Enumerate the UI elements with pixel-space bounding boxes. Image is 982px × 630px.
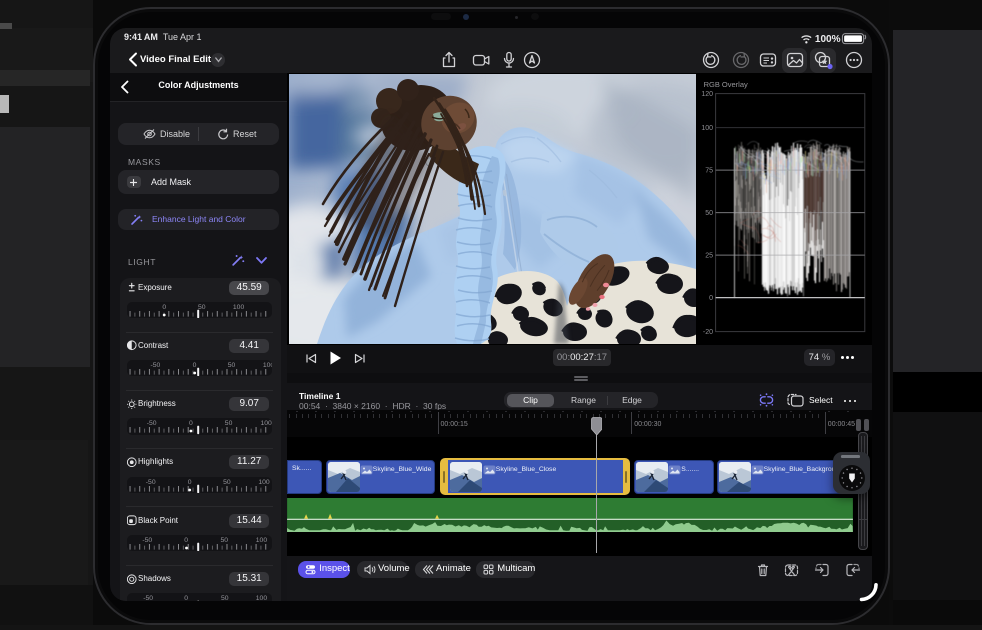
svg-text:120: 120 [701,91,713,98]
svg-text:100: 100 [233,304,245,311]
svg-text:100: 100 [701,125,713,132]
svg-text:100: 100 [258,479,270,486]
svg-text:25: 25 [705,253,713,260]
svg-text:0: 0 [189,420,193,427]
svg-text:50: 50 [198,304,206,311]
svg-text:50: 50 [221,595,229,601]
svg-text:-20: -20 [703,329,713,336]
svg-text:50: 50 [223,479,231,486]
svg-text:0: 0 [709,295,713,302]
svg-text:100: 100 [260,420,271,427]
svg-text:-50: -50 [147,420,157,427]
svg-text:50: 50 [228,362,236,369]
svg-text:100: 100 [263,362,272,369]
svg-text:0: 0 [184,595,188,601]
svg-text:50: 50 [705,210,713,217]
svg-text:50: 50 [220,537,228,544]
svg-text:75: 75 [705,168,713,175]
svg-text:-50: -50 [142,537,152,544]
svg-text:50: 50 [225,420,233,427]
svg-text:-50: -50 [146,479,156,486]
svg-text:100: 100 [256,595,268,601]
svg-text:-50: -50 [143,595,153,601]
svg-text:0: 0 [162,304,166,311]
svg-text:100: 100 [256,537,268,544]
svg-text:-50: -50 [150,362,160,369]
svg-text:100%: 100% [815,34,841,45]
svg-text:0: 0 [192,362,196,369]
svg-text:0: 0 [188,479,192,486]
svg-text:0: 0 [184,537,188,544]
